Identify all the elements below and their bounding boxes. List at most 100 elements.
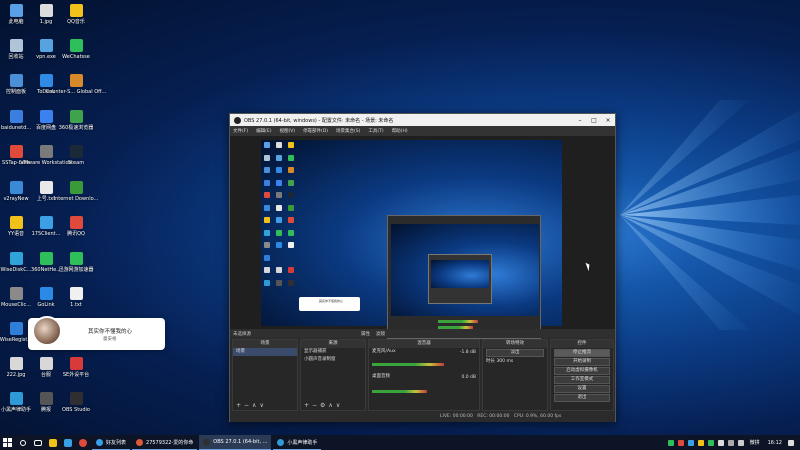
desktop-icon[interactable]: QQ音乐 xyxy=(58,2,94,36)
app-icon xyxy=(69,145,83,158)
app-icon xyxy=(39,357,53,370)
maximize-icon[interactable]: □ xyxy=(587,117,601,124)
menu-item[interactable]: 工具(T) xyxy=(368,128,383,134)
source-item[interactable]: 显示器捕获 xyxy=(301,348,365,356)
sources-dock: 来源 显示器捕获 小圆声音录制窗 +−⚙∧∨ xyxy=(300,339,366,411)
rec-time: REC: 00:00:00 xyxy=(477,414,510,419)
ime-indicator[interactable]: 微拼 xyxy=(750,439,760,446)
exit-button[interactable]: 退出 xyxy=(554,394,610,402)
live-time: LIVE: 00:00:00 xyxy=(440,414,473,419)
transition-type-select[interactable]: 淡出 xyxy=(486,349,544,357)
tray-app-icon[interactable] xyxy=(717,439,724,446)
transition-duration[interactable]: 时长 300 ms xyxy=(483,358,547,366)
volume-icon[interactable] xyxy=(737,439,744,446)
menu-item[interactable]: 文件(F) xyxy=(233,128,248,134)
pinned-qq-icon[interactable] xyxy=(60,435,75,450)
preview-desktop-icon xyxy=(264,242,270,248)
filters-button[interactable]: 滤镜 xyxy=(376,331,385,337)
start-recording-button[interactable]: 开始录制 xyxy=(554,358,610,366)
minimize-icon[interactable]: – xyxy=(573,117,587,124)
preview-desktop-icon xyxy=(276,279,282,286)
preview-desktop-icon xyxy=(288,204,294,211)
app-icon xyxy=(9,4,23,17)
obs-preview[interactable]: 其实你不懂我的心 xyxy=(230,136,615,339)
virtual-camera-button[interactable]: 启动虚拟摄像机 xyxy=(554,367,610,375)
desktop-icon-label: SE外设平台 xyxy=(62,372,90,378)
menu-item[interactable]: 视图(V) xyxy=(279,128,295,134)
desktop-icon[interactable]: 360极速浏览器 xyxy=(58,108,94,142)
preview-meter xyxy=(438,320,478,323)
controls-header: 控件 xyxy=(551,340,613,348)
desktop-icon-label: Internet Downlo... xyxy=(53,196,99,202)
music-notification-card[interactable]: 其实你不懂我的心 童安格 xyxy=(28,316,165,350)
app-icon xyxy=(39,4,53,17)
menu-item[interactable]: 编辑(E) xyxy=(256,128,271,134)
sources-footer-controls[interactable]: +−⚙∧∨ xyxy=(301,401,365,410)
tray-app-icon[interactable] xyxy=(707,439,714,446)
menu-item[interactable]: 帮助(H) xyxy=(392,128,408,134)
transitions-dock: 转场特效 淡出 时长 300 ms xyxy=(482,339,548,411)
taskbar-app-button[interactable]: 好友列表 xyxy=(92,435,131,450)
close-icon[interactable]: × xyxy=(601,117,615,124)
stop-streaming-button[interactable]: 停止推流 xyxy=(554,349,610,357)
preview-desktop-icon xyxy=(288,267,294,273)
menu-item[interactable]: 停靠部件(D) xyxy=(303,128,328,134)
pinned-chrome-icon[interactable] xyxy=(75,435,90,450)
app-icon xyxy=(39,110,53,123)
app-icon xyxy=(9,216,23,229)
settings-button[interactable]: 设置 xyxy=(554,385,610,393)
taskbar-app-button[interactable]: 27579322-爱的你命 xyxy=(132,435,198,450)
scenes-footer-controls[interactable]: +−∧∨ xyxy=(233,401,297,410)
taskbar-app-button[interactable]: OBS 27.0.1 (64-bit, ... xyxy=(199,435,272,450)
start-button[interactable] xyxy=(0,435,15,450)
app-icon xyxy=(39,252,53,265)
menu-item[interactable]: 场景集合(S) xyxy=(336,128,360,134)
taskbar-app-button[interactable]: 小黑声律助手 xyxy=(273,435,322,450)
network-icon[interactable] xyxy=(727,439,734,446)
preview-desktop-icon xyxy=(264,204,270,211)
pinned-folder-icon[interactable] xyxy=(45,435,60,450)
desktop-icon[interactable]: 腾讯QQ xyxy=(58,214,94,248)
album-avatar xyxy=(32,316,62,346)
desktop-icon[interactable]: Counter-S... Global Off... xyxy=(46,72,106,106)
desktop-icon[interactable]: SE外设平台 xyxy=(58,355,94,389)
app-icon xyxy=(69,39,83,52)
tray-wechat-icon[interactable] xyxy=(667,439,674,446)
preview-desktop-icon xyxy=(288,142,294,148)
scenes-header: 场景 xyxy=(233,340,297,348)
tray-app-icon[interactable] xyxy=(697,439,704,446)
clock[interactable]: 16:12 xyxy=(768,440,782,446)
desktop-icon[interactable]: WeChatsse xyxy=(58,37,94,71)
task-view-icon[interactable] xyxy=(30,435,45,450)
desktop-icon-label: WiseDiskC... xyxy=(0,267,32,273)
desktop-icon-label: 175Client... xyxy=(31,231,61,237)
app-icon xyxy=(39,145,53,158)
desktop-icon[interactable]: Steam xyxy=(58,143,94,177)
app-icon xyxy=(39,181,53,194)
obs-title-bar[interactable]: OBS 27.0.1 (64-bit, windows) - 配置文件: 未命名… xyxy=(230,114,615,126)
preview-desktop-icon xyxy=(264,229,270,236)
studio-mode-button[interactable]: 工作室模式 xyxy=(554,376,610,384)
taskbar-app-icon xyxy=(96,438,103,446)
properties-button[interactable]: 属性 xyxy=(361,331,370,337)
desktop-icon[interactable]: Internet Downlo... xyxy=(54,179,98,213)
app-icon xyxy=(69,4,83,17)
desktop-icon[interactable]: OBS Studio xyxy=(58,390,94,424)
app-icon xyxy=(39,287,53,300)
notification-center-icon[interactable] xyxy=(788,439,794,446)
obs-window[interactable]: OBS 27.0.1 (64-bit, windows) - 配置文件: 未命名… xyxy=(229,113,616,422)
taskbar-app-icon xyxy=(203,438,211,446)
desktop-icon-label: WeChatsse xyxy=(62,54,90,60)
tray-app-icon[interactable] xyxy=(677,439,684,446)
desktop-icon-label: vpn.exe xyxy=(36,54,56,60)
source-item[interactable]: 小圆声音录制窗 xyxy=(301,356,365,364)
search-icon[interactable] xyxy=(15,435,30,450)
desktop-icon-label: 腾讯QQ xyxy=(67,231,85,237)
preview-desktop-icon xyxy=(288,192,294,198)
desktop-icon[interactable]: 迅游网游加速器 xyxy=(58,250,94,284)
preview-nested-obs xyxy=(387,215,541,339)
tray-app-icon[interactable] xyxy=(687,439,694,446)
scene-item[interactable]: 场景 xyxy=(233,348,297,356)
preview-desktop-icon xyxy=(288,154,294,161)
desktop-icon[interactable]: 1.txt xyxy=(58,285,94,319)
